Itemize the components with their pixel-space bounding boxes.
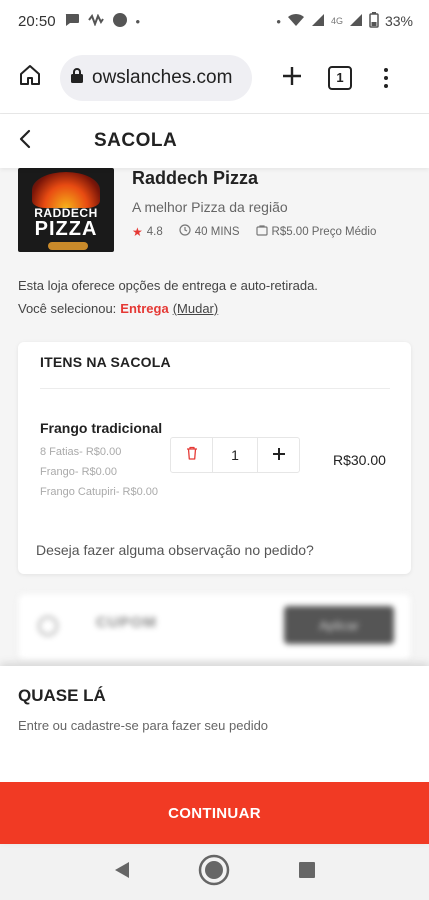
url-bar[interactable]: owslanches.com <box>60 54 252 101</box>
status-time: 20:50 <box>18 12 56 30</box>
continue-button[interactable]: CONTINUAR <box>0 782 429 844</box>
triangle-back-icon <box>113 860 131 885</box>
back-arrow-icon <box>18 129 32 154</box>
cart-item-name: Frango tradicional <box>40 420 163 436</box>
cart-item-option: 8 Fatias- R$0.00 <box>40 446 122 458</box>
circle-notification-icon <box>112 12 128 31</box>
rating-value: 4.8 <box>146 225 163 238</box>
nav-back-button[interactable] <box>102 852 142 892</box>
price-tag-icon <box>255 224 268 239</box>
clock-icon <box>179 224 191 239</box>
wave-icon <box>87 13 104 29</box>
quantity-value: 1 <box>231 447 239 463</box>
coupon-card: CUPOM Aplicar <box>18 594 411 660</box>
increase-quantity-button[interactable] <box>257 437 299 473</box>
trash-icon <box>186 446 198 465</box>
cart-title: ITENS NA SACOLA <box>40 354 171 370</box>
status-bar: 20:50 • • 4G 33% <box>0 0 429 42</box>
logo-plate <box>48 242 88 250</box>
more-dot-icon <box>384 67 388 72</box>
cart-card: ITENS NA SACOLA Frango tradicional 8 Fat… <box>18 342 411 574</box>
login-bottom-sheet: QUASE LÁ Entre ou cadastre-se para fazer… <box>0 666 429 844</box>
tab-switcher-button[interactable]: 1 <box>328 65 352 90</box>
new-tab-button[interactable] <box>274 60 310 96</box>
url-text: owslanches.com <box>92 66 233 88</box>
store-tagline: A melhor Pizza da região <box>132 199 288 215</box>
cart-item-option: Frango- R$0.00 <box>40 466 118 478</box>
cart-item-price: R$30.00 <box>333 452 386 468</box>
dot-icon-right: • <box>276 13 281 29</box>
battery-icon <box>369 11 379 31</box>
tab-count: 1 <box>336 70 344 85</box>
lock-icon <box>70 67 84 88</box>
logo-text-line2: PIZZA <box>34 218 98 240</box>
apply-coupon-button[interactable]: Aplicar <box>284 606 394 644</box>
star-icon: ★ <box>132 224 143 239</box>
sheet-title: QUASE LÁ <box>18 686 106 705</box>
more-dot-icon <box>384 83 388 88</box>
selected-mode-value: Entrega <box>120 301 169 316</box>
cart-item-option: Frango Catupiri- R$0.00 <box>40 486 159 498</box>
delivery-options-text: Esta loja oferece opções de entrega e au… <box>18 278 318 293</box>
store-info: RADDECH PIZZA Raddech Pizza A melhor Piz… <box>0 168 429 338</box>
observation-input[interactable]: Deseja fazer alguma observação no pedido… <box>36 542 314 558</box>
battery-percentage: 33% <box>384 13 413 29</box>
plus-icon <box>272 444 286 467</box>
more-menu-button[interactable] <box>378 67 394 88</box>
home-icon <box>18 63 42 92</box>
selected-mode-line: Você selecionou: Entrega (Mudar) <box>18 301 218 316</box>
sheet-subtitle: Entre ou cadastre-se para fazer seu pedi… <box>18 718 269 733</box>
message-icon <box>64 13 80 30</box>
signal-icon <box>311 13 325 30</box>
store-rating: ★ 4.8 <box>132 225 163 239</box>
avg-price-value: R$5.00 Preço Médio <box>271 225 377 238</box>
store-meta: ★ 4.8 40 MINS R$5.00 Preço Médio <box>132 224 376 239</box>
plus-icon <box>281 61 303 95</box>
browser-toolbar: owslanches.com 1 <box>0 42 429 114</box>
back-button[interactable] <box>18 121 58 161</box>
store-logo: RADDECH PIZZA <box>18 168 114 252</box>
network-type: 4G <box>330 16 343 26</box>
nav-recents-button[interactable] <box>287 852 327 892</box>
page-title: SACOLA <box>94 130 178 151</box>
square-recents-icon <box>298 861 316 884</box>
coupon-input[interactable]: CUPOM <box>96 614 157 631</box>
quantity-stepper: 1 <box>170 437 300 473</box>
circle-home-icon <box>197 853 231 892</box>
dot-icon: • <box>135 13 141 29</box>
delivery-time-value: 40 MINS <box>194 225 240 238</box>
selected-label: Você selecionou: <box>18 301 117 316</box>
store-avg-price: R$5.00 Preço Médio <box>255 224 377 239</box>
divider <box>40 388 390 389</box>
change-mode-link[interactable]: (Mudar) <box>173 301 219 316</box>
more-dot-icon <box>384 75 388 80</box>
system-nav-bar <box>0 844 429 900</box>
coupon-icon <box>38 616 58 636</box>
store-name: Raddech Pizza <box>132 168 259 188</box>
signal-icon-2 <box>349 13 363 30</box>
store-delivery-time: 40 MINS <box>179 224 240 239</box>
wifi-icon <box>287 13 305 30</box>
home-button[interactable] <box>12 60 48 96</box>
app-header: SACOLA <box>0 114 429 168</box>
flame-graphic <box>32 172 100 208</box>
nav-home-button[interactable] <box>194 852 234 892</box>
remove-item-button[interactable] <box>171 437 213 473</box>
